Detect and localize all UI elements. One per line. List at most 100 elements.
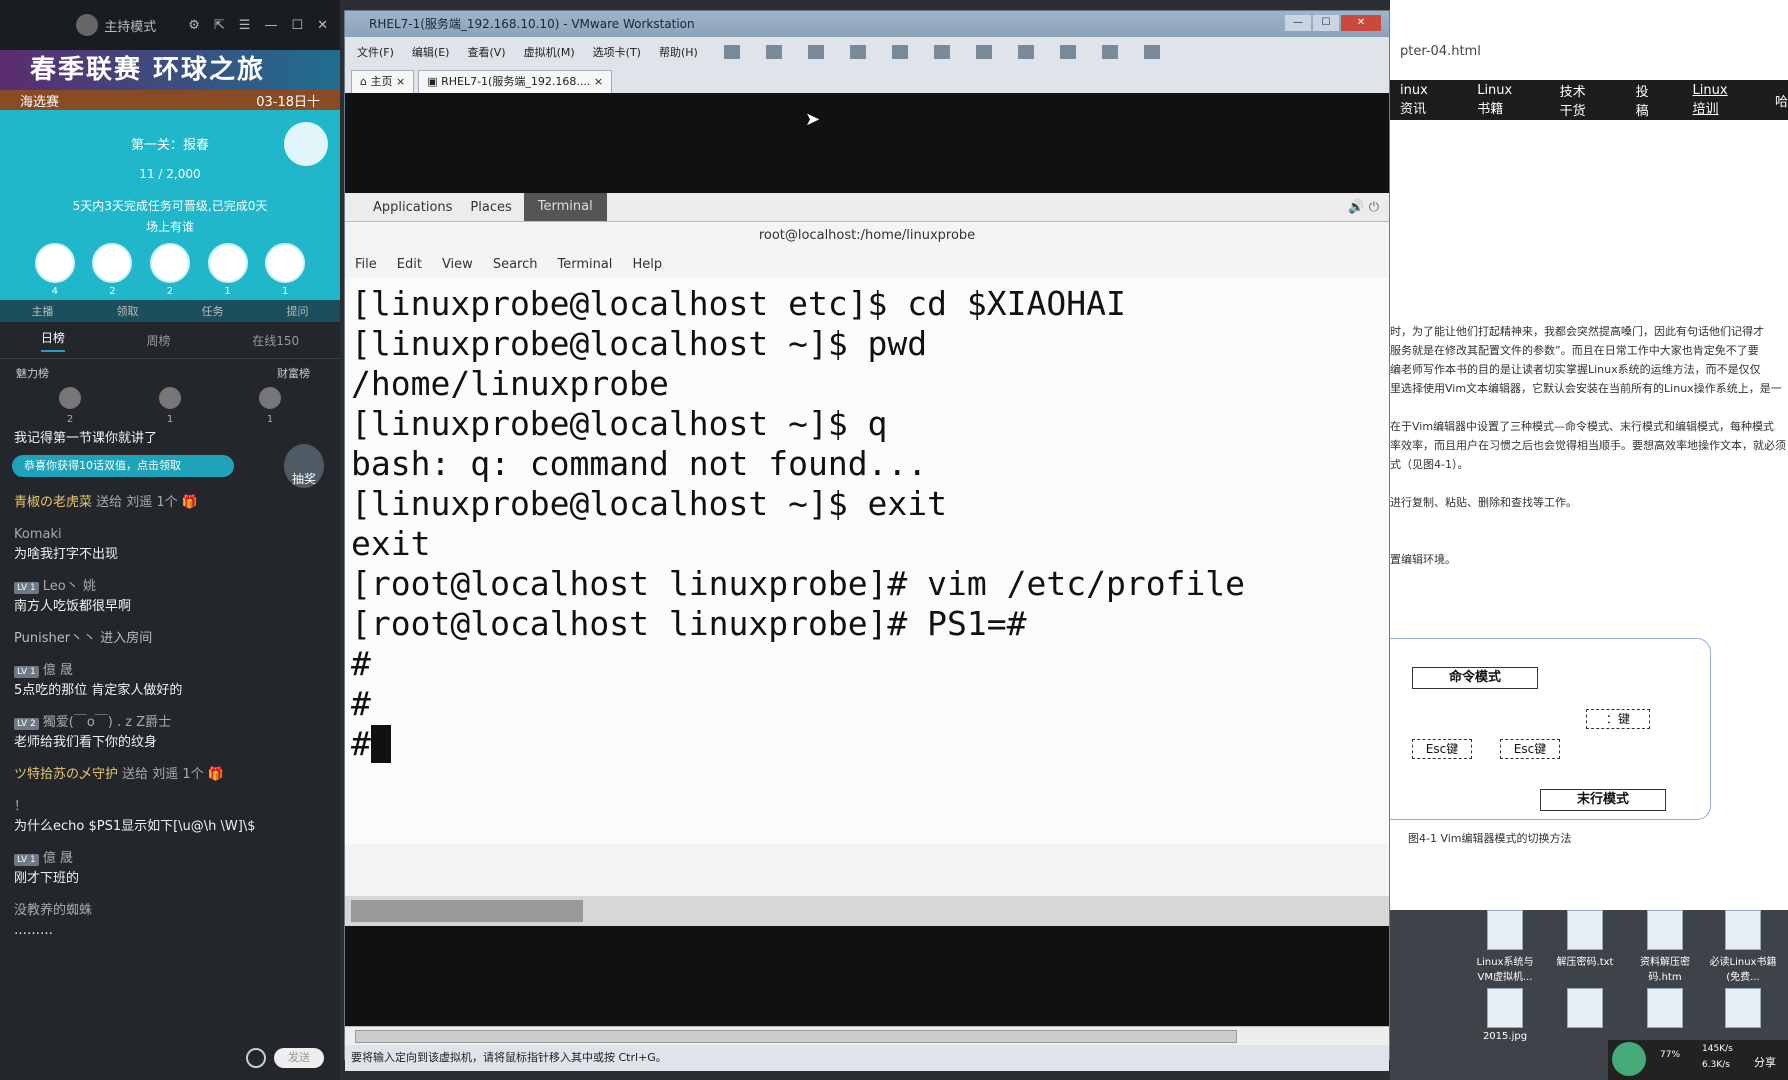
avatar[interactable]: 4 [34,243,75,297]
desktop-icon[interactable]: 2015.jpg [1470,988,1540,1042]
send-keys-icon[interactable] [765,45,782,59]
nav-item[interactable]: Linux书籍 [1477,83,1521,117]
unity-icon[interactable] [1059,45,1076,59]
reward-toast[interactable]: 恭喜你获得10话双值，点击领取 [12,455,234,477]
avatar[interactable] [1612,1042,1646,1076]
horizontal-scrollbar[interactable] [345,1026,1389,1045]
scrollbar-thumb[interactable] [355,1030,1237,1043]
gift-user[interactable]: 青椒の老虎菜 [14,495,92,510]
volume-icon[interactable]: 🔊 ⏻ [1348,200,1389,215]
avatar[interactable]: 1 [259,387,281,425]
terminal-prompt-line[interactable]: # [351,724,1389,764]
avatar[interactable]: 1 [207,243,248,297]
applications-menu[interactable]: Applications [345,200,470,215]
desktop-icon[interactable]: 必读Linux书籍(免费... [1708,910,1778,983]
menu-tabs[interactable]: 选项卡(T) [593,44,641,60]
minimize-icon[interactable]: — [264,18,277,33]
menu-help[interactable]: Help [632,257,662,272]
maximize-button[interactable]: ☐ [1313,15,1339,31]
chat-user[interactable]: Komaki [14,525,326,545]
gear-icon[interactable]: ⚙ [188,18,200,33]
desktop-icon[interactable] [1550,988,1620,1031]
desktop-icon[interactable] [1630,988,1700,1031]
chat-user[interactable]: ！ [14,797,326,817]
nav-item[interactable]: Linux培训 [1693,83,1737,117]
menu-help[interactable]: 帮助(H) [659,44,698,60]
menu-vm[interactable]: 虚拟机(M) [524,44,575,60]
avatar[interactable]: 2 [92,243,133,297]
avatar[interactable]: 1 [265,243,306,297]
avatar[interactable]: 1 [159,387,181,425]
chat-user[interactable]: LV 1億 晟 [14,849,326,869]
pause-icon[interactable] [723,45,740,59]
nav-item[interactable]: 哈 [1775,91,1788,110]
menu-view[interactable]: View [442,257,473,272]
places-menu[interactable]: Places [470,200,511,215]
desktop-icon[interactable]: 资料解压密码.htm [1630,910,1700,983]
minimize-button[interactable]: — [1285,15,1311,31]
vm-console-top[interactable]: ➤ [345,93,1389,193]
close-icon[interactable]: × [396,75,405,88]
menu-icon[interactable]: ☰ [239,18,251,33]
tab-daily[interactable]: 日榜 [40,329,65,352]
avatar[interactable]: 2 [149,243,190,297]
menu-search[interactable]: Search [493,257,538,272]
desktop-icon[interactable]: 解压密码.txt [1550,910,1620,968]
share-button[interactable]: 分享 [1754,1054,1776,1070]
close-button[interactable]: ✕ [1341,15,1381,31]
chat-user[interactable]: LV 1億 晟 [14,661,326,681]
terminal-window[interactable]: root@localhost:/home/linuxprobe File Edi… [345,222,1389,896]
revert-snapshot-icon[interactable] [849,45,866,59]
share-icon[interactable]: ⇱ [214,18,225,33]
menu-edit[interactable]: Edit [397,257,422,272]
desktop-icon[interactable]: Linux系统与VM虚拟机... [1470,910,1540,983]
chat-user[interactable]: LV 2 獨爱(￣o￣) . z Z爵士 [14,713,326,733]
gift-user[interactable]: ツ特拾苏の乄守护 [14,767,118,782]
tab-claim[interactable]: 领取 [117,303,139,319]
nav-item[interactable]: 投稿 [1636,81,1655,119]
tab-task[interactable]: 任务 [202,303,224,319]
charm-rank-label[interactable]: 魅力榜 [16,365,49,381]
desktop-icon[interactable] [1708,988,1778,1031]
send-button[interactable]: 发送 [274,1048,324,1068]
nav-item[interactable]: 技术干货 [1560,81,1598,119]
vm-console-bottom[interactable] [345,926,1389,1026]
menu-edit[interactable]: 编辑(E) [412,44,450,60]
gift-text: 送给 刘遥 1个 [122,767,204,782]
thumbnail-icon[interactable] [975,45,992,59]
avatar[interactable]: 2 [59,387,81,425]
menu-terminal[interactable]: Terminal [557,257,612,272]
snapshot-manager-icon[interactable] [891,45,908,59]
tab-question[interactable]: 提问 [287,303,309,319]
close-icon[interactable]: ✕ [317,18,328,33]
menu-file[interactable]: 文件(F) [357,44,394,60]
tab-home[interactable]: ⌂ 主页 × [351,70,415,93]
tab-online[interactable]: 在线150 [252,332,299,349]
menu-file[interactable]: File [355,257,377,272]
host-mode[interactable]: 主持模式 [76,14,156,36]
chat-user[interactable]: 没教养的蜘蛛 [14,901,326,921]
tab-vm[interactable]: ▣ RHEL7-1(服务端_192.168.... × [418,70,613,93]
emoji-icon[interactable] [246,1048,266,1068]
close-icon[interactable]: × [594,75,603,88]
terminal-output[interactable]: [linuxprobe@localhost etc]$ cd $XIAOHAI[… [345,278,1389,844]
stretch-icon[interactable] [1143,45,1160,59]
chat-user[interactable]: LV 1 Leo丶 姚 [14,577,326,597]
url-bar[interactable]: pter-04.html [1400,44,1481,59]
nav-item[interactable]: inux资讯 [1400,83,1439,117]
tab-weekly[interactable]: 周榜 [147,332,171,349]
sidebar-icon[interactable] [933,45,950,59]
fullscreen-icon[interactable] [1017,45,1034,59]
lottery-button[interactable]: 抽奖 [284,444,324,488]
terminal-task[interactable]: Terminal [523,193,607,221]
wealth-rank-label[interactable]: 财富榜 [277,365,310,381]
console-icon[interactable] [1101,45,1118,59]
menu-view[interactable]: 查看(V) [467,44,505,60]
vmware-titlebar[interactable]: RHEL7-1(服务端_192.168.10.10) - VMware Work… [345,11,1389,37]
taskbar-window[interactable] [351,900,583,922]
tab-host[interactable]: 主播 [32,303,54,319]
maximize-icon[interactable]: ☐ [291,18,303,33]
snapshot-icon[interactable] [807,45,824,59]
terminal-line: [linuxprobe@localhost ~]$ pwd [351,324,928,363]
event-banner[interactable]: 春季联赛 环球之旅 [0,50,340,90]
